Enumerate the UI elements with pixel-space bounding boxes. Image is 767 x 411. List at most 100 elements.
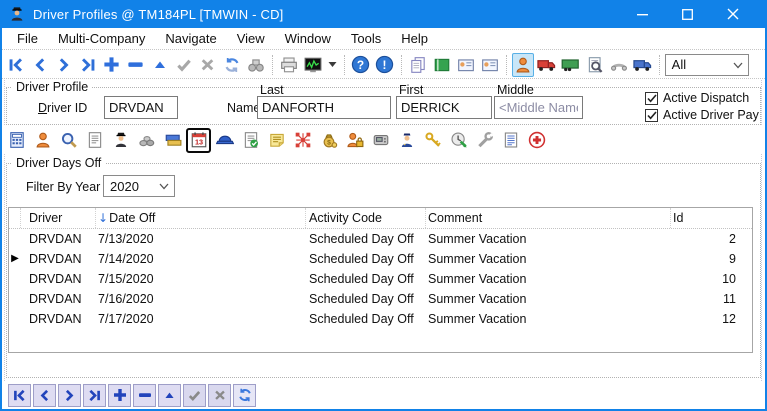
pay-cards-button[interactable] (160, 128, 185, 153)
column-header-date-off[interactable]: ↓Date Off (96, 208, 306, 228)
monitor-dropdown-button[interactable] (326, 53, 339, 77)
maximize-button[interactable] (665, 0, 710, 28)
refresh-button[interactable] (233, 384, 256, 407)
table-row-current[interactable]: ▶ DRVDAN 7/14/2020 Scheduled Day Off Sum… (9, 249, 752, 269)
pager-icon (372, 131, 390, 149)
days-off-calendar-button[interactable]: 13 (186, 128, 211, 153)
filter-by-year-combobox[interactable]: 2020 (103, 175, 175, 197)
save-button[interactable] (173, 53, 195, 77)
address-book-button[interactable] (431, 53, 453, 77)
active-dispatch-row: Active Dispatch (645, 91, 749, 105)
column-header-comment[interactable]: Comment (426, 208, 671, 228)
search-button[interactable] (56, 128, 81, 153)
approved-document-button[interactable] (238, 128, 263, 153)
add-button[interactable] (101, 53, 123, 77)
network-icon (294, 131, 312, 149)
document-search-button[interactable] (584, 53, 606, 77)
history-button[interactable] (446, 128, 471, 153)
carrier-truck-icon (633, 55, 652, 74)
middle-name-input[interactable] (494, 96, 583, 119)
move-up-button[interactable] (149, 53, 171, 77)
print-button[interactable] (278, 53, 300, 77)
toolbar-separator (272, 55, 273, 75)
add-row-button[interactable] (108, 384, 131, 407)
next-record-button[interactable] (58, 384, 81, 407)
profile-list-button[interactable] (82, 128, 107, 153)
first-name-input[interactable] (396, 96, 492, 119)
tools-button[interactable] (472, 128, 497, 153)
id-card-2-button[interactable] (479, 53, 501, 77)
person-lock-button[interactable] (342, 128, 367, 153)
save-button[interactable] (183, 384, 206, 407)
assets-button[interactable] (134, 128, 159, 153)
active-driver-pay-checkbox[interactable] (645, 109, 658, 122)
maximize-icon (682, 9, 693, 20)
officer-button[interactable] (394, 128, 419, 153)
pager-button[interactable] (368, 128, 393, 153)
table-row[interactable]: DRVDAN 7/13/2020 Scheduled Day Off Summe… (9, 229, 752, 249)
first-record-button[interactable] (8, 384, 31, 407)
cell-activity-code: Scheduled Day Off (306, 232, 426, 246)
cap-button[interactable] (212, 128, 237, 153)
carrier-button[interactable] (632, 53, 654, 77)
last-record-button[interactable] (83, 384, 106, 407)
cancel-button[interactable] (197, 53, 219, 77)
table-row[interactable]: DRVDAN 7/17/2020 Scheduled Day Off Summe… (9, 309, 752, 329)
trailer-button[interactable] (560, 53, 582, 77)
table-row[interactable]: DRVDAN 7/15/2020 Scheduled Day Off Summe… (9, 269, 752, 289)
prev-record-button[interactable] (33, 384, 56, 407)
menu-help[interactable]: Help (391, 29, 438, 49)
tractor-button[interactable] (536, 53, 558, 77)
phone-button[interactable] (608, 53, 630, 77)
approved-document-icon (242, 131, 260, 149)
driver-id-label: Driver ID (38, 101, 87, 115)
info-button[interactable]: ! (374, 53, 396, 77)
delete-row-button[interactable] (133, 384, 156, 407)
column-header-activity-code[interactable]: Activity Code (306, 208, 426, 228)
last-record-button[interactable] (77, 53, 99, 77)
network-button[interactable] (290, 128, 315, 153)
payroll-button[interactable]: $ (316, 128, 341, 153)
active-dispatch-label: Active Dispatch (663, 91, 749, 105)
menu-view[interactable]: View (227, 29, 275, 49)
column-header-id[interactable]: Id (671, 208, 754, 228)
help-button[interactable]: ? (350, 53, 372, 77)
column-header-driver[interactable]: Driver (21, 208, 96, 228)
reports-button[interactable] (498, 128, 523, 153)
menu-window[interactable]: Window (275, 29, 341, 49)
clock-history-icon (450, 131, 468, 149)
last-name-input[interactable] (257, 96, 391, 119)
driver-days-off-group-label: Driver Days Off (12, 156, 105, 170)
notes-button[interactable] (264, 128, 289, 153)
profile-filter-combobox[interactable]: All (665, 54, 749, 76)
active-dispatch-checkbox[interactable] (645, 92, 658, 105)
table-row[interactable]: DRVDAN 7/16/2020 Scheduled Day Off Summe… (9, 289, 752, 309)
find-button[interactable] (245, 53, 267, 77)
minimize-icon (637, 9, 648, 20)
keys-button[interactable] (420, 128, 445, 153)
first-record-button[interactable] (5, 53, 27, 77)
calculator-button[interactable] (4, 128, 29, 153)
system-monitor-button[interactable] (302, 53, 324, 77)
close-button[interactable] (710, 0, 755, 28)
cancel-button[interactable] (208, 384, 231, 407)
menu-navigate[interactable]: Navigate (155, 29, 226, 49)
delete-button[interactable] (125, 53, 147, 77)
prev-record-button[interactable] (29, 53, 51, 77)
driver-button[interactable] (30, 128, 55, 153)
minimize-button[interactable] (620, 0, 665, 28)
id-card-button[interactable] (455, 53, 477, 77)
move-up-button[interactable] (158, 384, 181, 407)
menu-tools[interactable]: Tools (341, 29, 391, 49)
profile-list-icon (86, 131, 104, 149)
copy-profile-button[interactable] (407, 53, 429, 77)
chauffeur-button[interactable] (108, 128, 133, 153)
refresh-button[interactable] (221, 53, 243, 77)
driver-profile-button[interactable] (512, 53, 534, 77)
next-record-button[interactable] (53, 53, 75, 77)
menu-multi-company[interactable]: Multi-Company (48, 29, 155, 49)
medical-button[interactable] (524, 128, 549, 153)
cell-id: 12 (671, 312, 754, 326)
driver-id-input[interactable] (104, 96, 178, 119)
menu-file[interactable]: File (7, 29, 48, 49)
